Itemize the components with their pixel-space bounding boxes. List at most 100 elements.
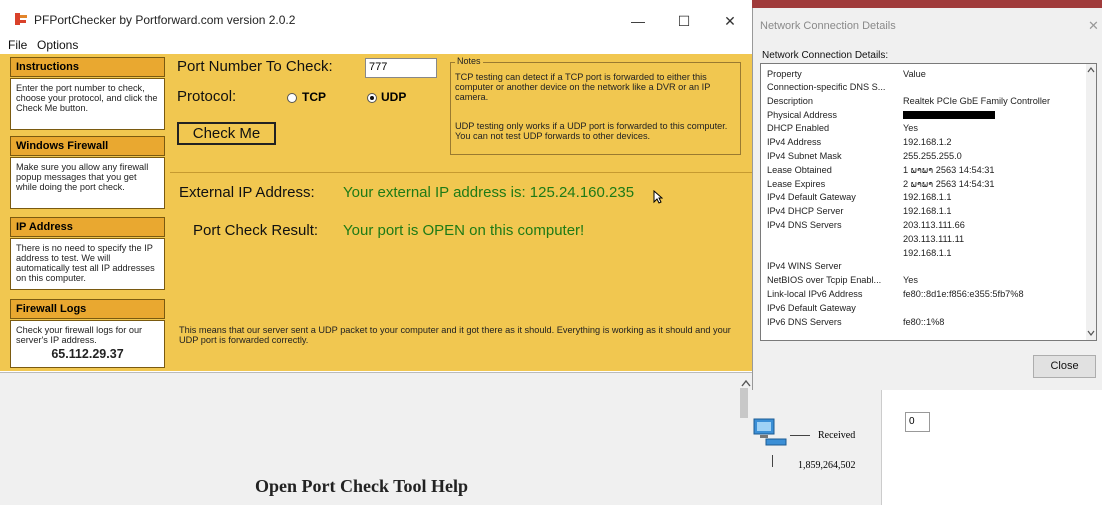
- scroll-up-icon[interactable]: [741, 379, 751, 387]
- property-value: fe80::1%8: [903, 316, 945, 327]
- column-property[interactable]: Property: [767, 68, 899, 80]
- mouse-cursor-icon: [653, 190, 663, 204]
- dialog-top-edge: [752, 0, 1102, 8]
- property-name: Physical Address: [767, 109, 837, 120]
- port-input[interactable]: 777: [365, 58, 437, 78]
- maximize-button[interactable]: ☐: [661, 8, 707, 34]
- network-computer-icon: [753, 418, 787, 446]
- port-check-result-value: Your port is OPEN on this computer!: [343, 222, 585, 239]
- close-button[interactable]: ✕: [707, 8, 753, 34]
- list-item[interactable]: NetBIOS over Tcpip Enabl... Yes: [761, 274, 1081, 286]
- property-name: Connection-specific DNS S...: [767, 82, 886, 92]
- property-value: 203.113.111.11: [903, 233, 965, 244]
- help-scrollbar-thumb[interactable]: [740, 388, 748, 418]
- property-value: Yes: [903, 123, 918, 134]
- firewall-text: Make sure you allow any firewall popup m…: [10, 157, 165, 209]
- property-name: IPv6 DNS Servers: [767, 316, 842, 327]
- notes-legend: Notes: [455, 56, 483, 66]
- scroll-down-icon[interactable]: [1087, 330, 1095, 336]
- tcp-radio[interactable]: [287, 93, 297, 103]
- property-name: IPv4 WINS Server: [767, 261, 842, 272]
- dialog-close-icon[interactable]: ✕: [1088, 18, 1099, 34]
- property-name: IPv4 Subnet Mask: [767, 151, 842, 161]
- list-item[interactable]: Link-local IPv6 Address fe80::8d1e:f856:e…: [761, 288, 1081, 300]
- notes-tcp-text: TCP testing can detect if a TCP port is …: [455, 72, 711, 102]
- list-item[interactable]: 192.168.1.1: [761, 247, 1081, 259]
- property-value: 1 ພາພາ 2563 14:54:31: [903, 164, 995, 175]
- minimize-button[interactable]: —: [615, 8, 661, 34]
- list-header: Property Value: [761, 68, 1081, 80]
- window-title: PFPortChecker by Portforward.com version…: [34, 13, 296, 27]
- details-scrollbar[interactable]: [1086, 64, 1096, 340]
- received-bytes: 1,859,264,502: [798, 460, 856, 471]
- property-name: IPv4 DNS Servers: [767, 220, 842, 230]
- list-item[interactable]: DHCP Enabled Yes: [761, 122, 1081, 134]
- notes-udp-text: UDP testing only works if a UDP port is …: [455, 121, 728, 141]
- redacted-value: [903, 110, 995, 119]
- property-value: fe80::8d1e:f856:e355:5fb7%8: [903, 289, 1024, 299]
- external-ip-label: External IP Address:: [179, 184, 315, 201]
- list-item[interactable]: Lease Expires 2 ພາພາ 2563 14:54:31: [761, 178, 1081, 190]
- logs-heading: Firewall Logs: [10, 299, 165, 319]
- list-item[interactable]: IPv4 DNS Servers 203.113.111.66: [761, 219, 1081, 231]
- app-logo-icon: [15, 13, 27, 25]
- property-value: 2 ພາພາ 2563 14:54:31: [903, 178, 995, 189]
- property-value: 192.168.1.2: [903, 137, 952, 148]
- ip-heading: IP Address: [10, 217, 165, 237]
- details-list[interactable]: Property Value Connection-specific DNS S…: [760, 63, 1097, 341]
- help-title: Open Port Check Tool Help: [255, 476, 469, 496]
- column-value[interactable]: Value: [903, 68, 926, 80]
- udp-label[interactable]: UDP: [381, 90, 406, 104]
- property-value: 192.168.1.1: [903, 247, 952, 258]
- scroll-up-icon[interactable]: [1087, 67, 1095, 73]
- property-value: 203.113.111.66: [903, 220, 965, 230]
- instructions-heading: Instructions: [10, 57, 165, 77]
- list-item[interactable]: 203.113.111.11: [761, 233, 1081, 245]
- result-explanation: This means that our server sent a UDP pa…: [179, 325, 731, 345]
- protocol-label: Protocol:: [177, 88, 237, 105]
- connector-line: [772, 455, 773, 467]
- menu-file[interactable]: File: [8, 38, 27, 52]
- tcp-label[interactable]: TCP: [302, 90, 326, 104]
- property-name: IPv4 Address: [767, 137, 822, 148]
- firewall-heading: Windows Firewall: [10, 136, 165, 156]
- server-ip: 65.112.29.37: [51, 347, 124, 361]
- close-button[interactable]: Close: [1033, 355, 1096, 378]
- menu-options[interactable]: Options: [37, 38, 78, 52]
- logs-text: Check your firewall logs for our server'…: [16, 325, 143, 345]
- list-item[interactable]: IPv4 Address 192.168.1.2: [761, 136, 1081, 148]
- list-item[interactable]: IPv6 Default Gateway: [761, 302, 1081, 314]
- property-name: Link-local IPv6 Address: [767, 289, 863, 299]
- list-item[interactable]: Description Realtek PCIe GbE Family Contr…: [761, 95, 1081, 107]
- property-name: DHCP Enabled: [767, 123, 830, 134]
- menu-bar: File Options: [0, 36, 752, 54]
- list-item[interactable]: IPv4 DHCP Server 192.168.1.1: [761, 205, 1081, 217]
- property-value: 255.255.255.0: [903, 151, 962, 161]
- ip-text: There is no need to specify the IP addre…: [10, 238, 165, 290]
- port-check-result-label: Port Check Result:: [193, 222, 319, 239]
- list-item[interactable]: IPv6 DNS Servers fe80::1%8: [761, 316, 1081, 328]
- property-value: Yes: [903, 275, 918, 286]
- list-item[interactable]: Physical Address: [761, 109, 1081, 121]
- check-me-button[interactable]: Check Me: [177, 122, 276, 145]
- list-item[interactable]: IPv4 Default Gateway 192.168.1.1: [761, 191, 1081, 203]
- background-field[interactable]: 0: [905, 412, 930, 432]
- property-name: IPv4 Default Gateway: [767, 192, 856, 203]
- property-value: 192.168.1.1: [903, 206, 952, 217]
- dialog-subtitle: Network Connection Details:: [762, 50, 889, 61]
- list-item[interactable]: Connection-specific DNS S...: [761, 81, 1081, 93]
- udp-radio[interactable]: [367, 93, 377, 103]
- logs-box: Check your firewall logs for our server'…: [10, 320, 165, 368]
- property-name: Lease Expires: [767, 178, 826, 189]
- list-item[interactable]: Lease Obtained 1 ພາພາ 2563 14:54:31: [761, 164, 1081, 176]
- divider: [170, 172, 752, 173]
- list-item[interactable]: IPv4 Subnet Mask 255.255.255.0: [761, 150, 1081, 162]
- connector-line: [790, 435, 810, 436]
- pfportchecker-window: PFPortChecker by Portforward.com version…: [0, 0, 752, 505]
- external-ip-value: Your external IP address is: 125.24.160.…: [343, 184, 635, 201]
- port-label: Port Number To Check:: [177, 58, 333, 75]
- property-value: 192.168.1.1: [903, 192, 952, 203]
- property-name: IPv6 Default Gateway: [767, 302, 856, 313]
- list-item[interactable]: IPv4 WINS Server: [761, 260, 1081, 272]
- dialog-title: Network Connection Details: [760, 20, 896, 32]
